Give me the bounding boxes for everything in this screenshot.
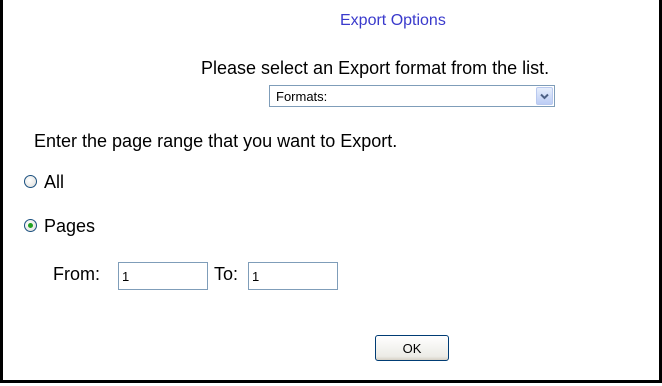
radio-pages-button[interactable] (24, 219, 37, 232)
radio-pages-label: Pages (44, 216, 96, 236)
export-options-dialog: Export Options Please select an Export f… (0, 0, 662, 383)
format-select[interactable]: Formats: (269, 85, 555, 107)
page-range-label: Enter the page range that you want to Ex… (34, 131, 398, 151)
chevron-down-icon (540, 93, 549, 100)
from-label: From: (53, 264, 100, 284)
radio-all-button[interactable] (24, 175, 37, 188)
dialog-title: Export Options (340, 12, 446, 29)
format-select-value: Formats: (276, 89, 328, 104)
ok-button[interactable]: OK (375, 335, 449, 361)
from-input[interactable] (118, 262, 208, 290)
select-dropdown-button[interactable] (536, 87, 553, 105)
format-instruction: Please select an Export format from the … (201, 58, 550, 78)
radio-all-label: All (44, 172, 65, 192)
to-label: To: (214, 264, 239, 284)
to-input[interactable] (248, 262, 338, 290)
